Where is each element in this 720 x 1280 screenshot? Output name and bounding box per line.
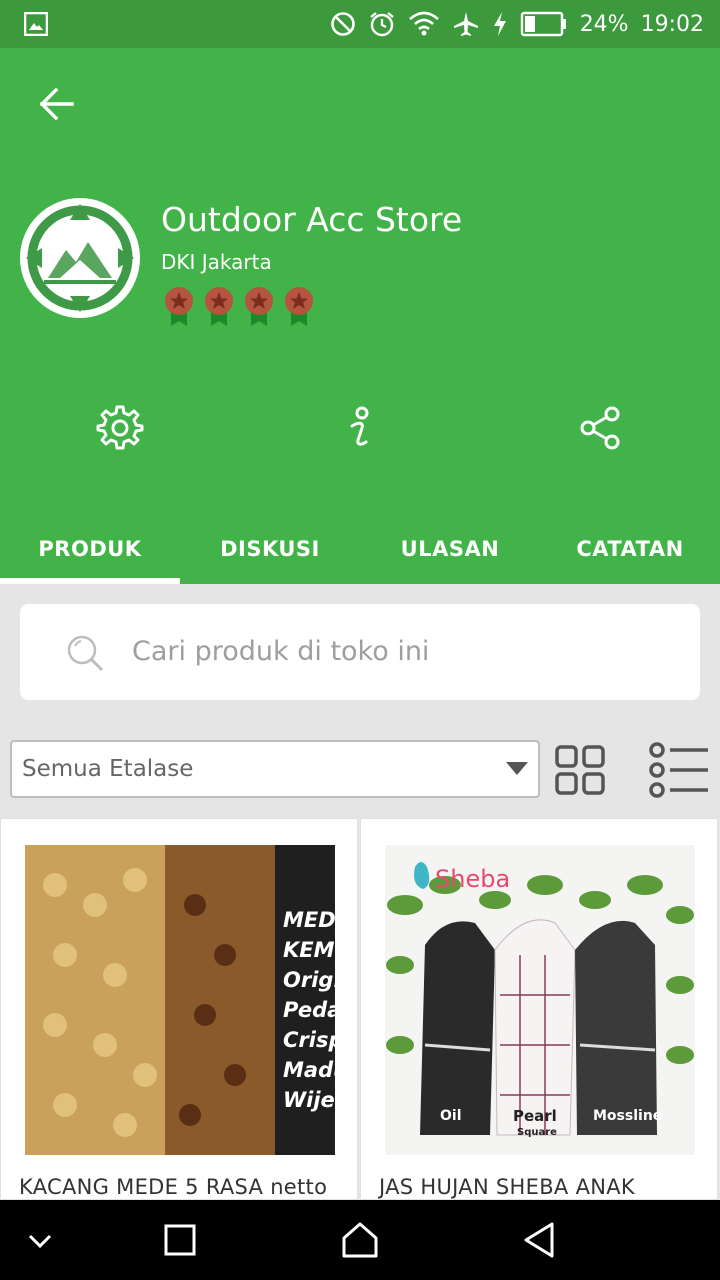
shop-name: Outdoor Acc Store — [161, 200, 463, 239]
product-grid: MED KEM Origi Peda Crisp Madu Wije KACAN… — [0, 818, 720, 1200]
info-icon[interactable] — [336, 404, 384, 452]
shop-tabs: PRODUK DISKUSI ULASAN CATATAN — [0, 514, 720, 584]
shop-avatar[interactable] — [20, 198, 140, 318]
image-label: Oil — [440, 1108, 462, 1124]
product-card[interactable]: MED KEM Origi Peda Crisp Madu Wije KACAN… — [0, 818, 358, 1200]
product-image: Sheba Oil Mossline Pearl Square — [385, 845, 695, 1155]
image-label: Mossline — [593, 1108, 662, 1124]
image-text: Origi — [283, 968, 335, 992]
search-icon — [67, 635, 104, 672]
shop-location: DKI Jakarta — [161, 250, 272, 274]
medal-icon — [165, 287, 193, 326]
wifi-icon — [408, 11, 439, 36]
airplane-icon — [453, 12, 478, 36]
cashew-image: MED KEM Origi Peda Crisp Madu Wije — [25, 845, 335, 1155]
image-text: Wije — [283, 1088, 335, 1112]
shop-actions — [0, 404, 720, 452]
medal-icon — [205, 287, 233, 326]
back-arrow-icon[interactable] — [36, 84, 76, 124]
image-label: Square — [517, 1127, 557, 1138]
product-search-input[interactable]: Cari produk di toko ini — [20, 604, 700, 700]
active-tab-indicator — [0, 578, 180, 584]
settings-icon[interactable] — [96, 404, 144, 452]
clock: 19:02 — [640, 11, 704, 37]
etalase-dropdown[interactable]: Semua Etalase — [10, 740, 540, 798]
image-text: Peda — [283, 998, 335, 1022]
home-icon[interactable] — [340, 1220, 380, 1260]
product-image: MED KEM Origi Peda Crisp Madu Wije — [25, 845, 335, 1155]
image-label: Pearl — [513, 1107, 557, 1125]
search-placeholder: Cari produk di toko ini — [132, 636, 430, 667]
tab-produk[interactable]: PRODUK — [0, 514, 180, 584]
alarm-icon — [369, 12, 394, 37]
hide-keyboard-icon[interactable] — [20, 1220, 60, 1260]
image-icon — [24, 12, 48, 36]
image-text: Crisp — [283, 1028, 335, 1052]
tab-catatan[interactable]: CATATAN — [540, 514, 720, 584]
battery-icon — [520, 11, 566, 37]
tab-ulasan[interactable]: ULASAN — [360, 514, 540, 584]
back-icon[interactable] — [520, 1220, 560, 1260]
status-bar: 24% 19:02 — [0, 0, 720, 48]
brand-logo: Sheba — [435, 865, 510, 893]
product-name[interactable]: KACANG MEDE 5 RASA netto — [19, 1175, 327, 1199]
recents-icon[interactable] — [160, 1220, 200, 1260]
shop-header: Outdoor Acc Store DKI Jakarta PRODUK DIS… — [0, 48, 720, 584]
battery-percent: 24% — [579, 11, 629, 37]
medal-icon — [245, 287, 273, 326]
navigation-bar — [0, 1200, 720, 1280]
raincoat-image: Sheba Oil Mossline Pearl Square — [385, 845, 695, 1155]
image-text: MED — [283, 908, 335, 932]
dropdown-arrow-icon — [506, 762, 528, 775]
charging-icon — [493, 12, 506, 36]
product-card[interactable]: Sheba Oil Mossline Pearl Square JAS HUJA… — [360, 818, 718, 1200]
image-text: Madu — [283, 1058, 335, 1082]
medal-icon — [285, 287, 313, 326]
do-not-disturb-icon — [330, 12, 355, 36]
tab-diskusi[interactable]: DISKUSI — [180, 514, 360, 584]
reputation-medals — [164, 286, 314, 328]
product-name[interactable]: JAS HUJAN SHEBA ANAK — [379, 1175, 635, 1199]
share-icon[interactable] — [576, 404, 624, 452]
image-text: KEM — [283, 938, 335, 962]
shop-logo-icon — [26, 204, 134, 312]
etalase-selected: Semua Etalase — [22, 756, 194, 782]
grid-view-icon[interactable] — [554, 744, 606, 796]
list-view-icon[interactable] — [648, 742, 710, 798]
